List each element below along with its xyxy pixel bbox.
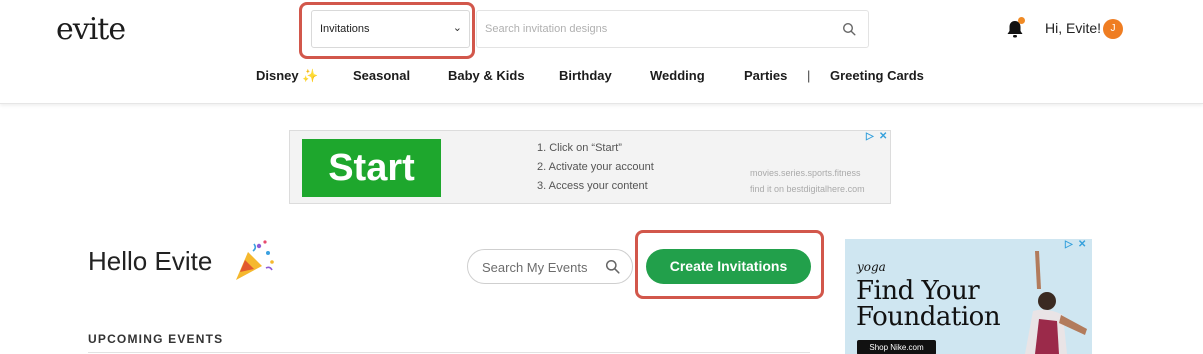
search-icon[interactable] xyxy=(842,22,856,36)
ad-shop-button[interactable]: Shop Nike.com xyxy=(857,340,936,354)
top-banner-ad[interactable]: Start 1. Click on “Start” 2. Activate yo… xyxy=(289,130,891,204)
ad-step-3: 3. Access your content xyxy=(537,180,648,192)
search-my-events-placeholder: Search My Events xyxy=(482,260,588,275)
notification-dot xyxy=(1018,17,1025,24)
create-invitations-button[interactable]: Create Invitations xyxy=(646,249,811,284)
search-icon[interactable] xyxy=(605,259,620,274)
search-my-events-input[interactable]: Search My Events xyxy=(467,249,633,284)
ad-small-line-1: movies.series.sports.fitness xyxy=(750,168,861,178)
ad-start-button[interactable]: Start xyxy=(302,139,441,197)
adchoices-icon[interactable]: ▷ xyxy=(1065,239,1073,250)
nav-baby-kids[interactable]: Baby & Kids xyxy=(448,68,525,83)
page-title: Hello Evite xyxy=(88,246,213,276)
nav-parties[interactable]: Parties xyxy=(744,68,787,83)
invitation-search-input[interactable]: Search invitation designs xyxy=(476,10,869,48)
nav-seasonal[interactable]: Seasonal xyxy=(353,68,410,83)
side-banner-ad[interactable]: yoga Find Your Foundation Shop Nike.com … xyxy=(845,239,1092,354)
search-placeholder: Search invitation designs xyxy=(485,23,608,35)
party-popper-icon xyxy=(236,240,274,280)
chevron-down-icon: ⌄ xyxy=(452,22,462,34)
nav-separator: | xyxy=(807,68,811,83)
ad-athlete-image xyxy=(1025,251,1087,354)
ad-headline: Find Your Foundation xyxy=(856,276,1001,332)
avatar[interactable]: J xyxy=(1103,19,1123,39)
ad-close-icon[interactable]: ✕ xyxy=(879,131,887,142)
section-divider xyxy=(88,352,810,353)
ad-close-icon[interactable]: ✕ xyxy=(1078,239,1086,250)
adchoices-icon[interactable]: ▷ xyxy=(866,131,874,142)
ad-headline-line-2: Foundation xyxy=(856,302,1001,332)
category-select[interactable]: Invitations ⌄ xyxy=(311,10,470,48)
category-select-value: Invitations xyxy=(320,23,370,35)
upcoming-events-heading: UPCOMING EVENTS xyxy=(88,332,224,346)
evite-logo[interactable]: evite xyxy=(56,12,126,47)
user-greeting[interactable]: Hi, Evite! xyxy=(1045,20,1101,36)
nav-disney[interactable]: Disney ✨ xyxy=(256,68,318,84)
site-header: evite Invitations ⌄ Search invitation de… xyxy=(0,0,1203,104)
ad-small-line-2: find it on bestdigitalhere.com xyxy=(750,184,865,194)
ad-brand-logo: yoga xyxy=(857,260,886,274)
ad-step-2: 2. Activate your account xyxy=(537,161,654,173)
nav-wedding[interactable]: Wedding xyxy=(650,68,705,83)
ad-headline-line-1: Find Your xyxy=(856,276,980,306)
nav-birthday[interactable]: Birthday xyxy=(559,68,612,83)
nav-greeting-cards[interactable]: Greeting Cards xyxy=(830,68,924,83)
ad-step-1: 1. Click on “Start” xyxy=(537,142,622,154)
